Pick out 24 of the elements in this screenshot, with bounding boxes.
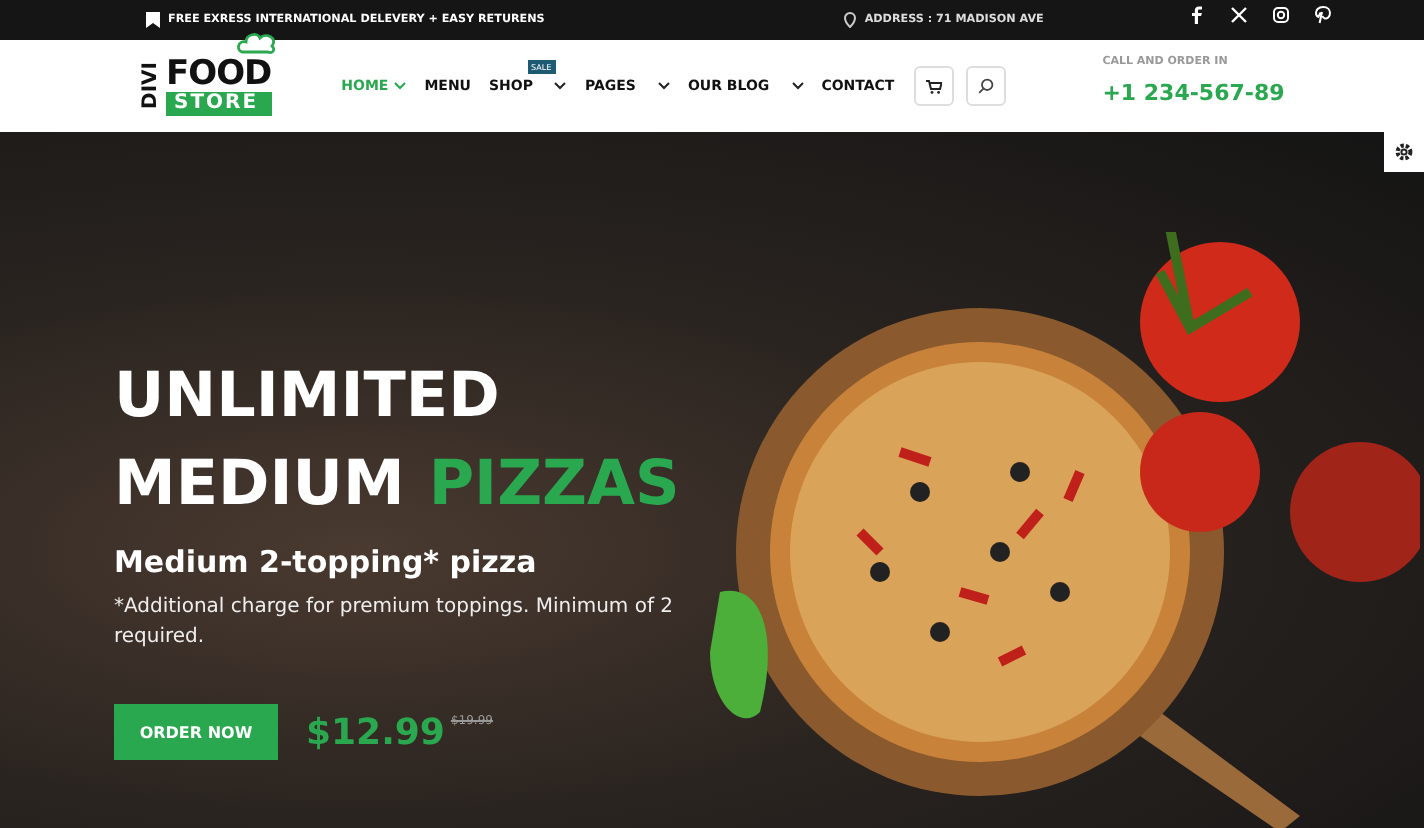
logo-text: DIVI <box>140 62 162 110</box>
hero-title: MEDIUM <box>114 448 405 520</box>
settings-button[interactable] <box>1384 132 1424 172</box>
hero-note: *Additional charge for premium toppings. Minimum of 2 required. <box>114 594 676 652</box>
logo-text: FOOD <box>166 57 272 91</box>
cart-button[interactable] <box>914 66 955 106</box>
facebook-icon[interactable] <box>1187 5 1206 23</box>
caret-icon[interactable] <box>657 82 670 90</box>
pinterest-icon[interactable] <box>1313 5 1332 23</box>
hero-title: UNLIMITED <box>114 358 502 436</box>
hero-title-highlight: PIZZAS <box>428 448 680 520</box>
search-icon <box>978 78 995 94</box>
logo-text: STORE <box>166 91 272 115</box>
instagram-icon[interactable] <box>1271 5 1290 23</box>
caret-icon[interactable] <box>791 82 804 90</box>
hero-subtitle: Medium 2-topping* pizza <box>114 544 539 580</box>
bookmark-icon <box>146 12 160 28</box>
x-icon[interactable] <box>1229 5 1248 23</box>
location-pin-icon <box>844 12 857 28</box>
cart-icon <box>926 79 943 93</box>
gear-icon <box>1394 142 1414 162</box>
caret-icon[interactable] <box>554 82 567 90</box>
search-button[interactable] <box>966 66 1007 106</box>
price: $12.99 <box>306 711 445 753</box>
